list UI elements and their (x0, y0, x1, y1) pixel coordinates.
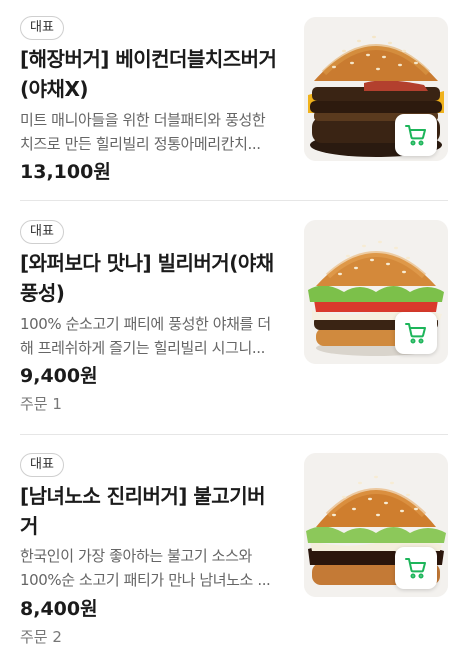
menu-item-title: [와퍼보다 맛나] 빌리버거(야채 풍성) (20, 248, 288, 308)
order-count: 주문 1 (20, 395, 62, 413)
menu-item-title-line: [남녀노소 진리버거] 불고기버 (20, 484, 266, 508)
menu-item-price: 8,400원 (20, 598, 98, 620)
add-to-cart-button[interactable] (395, 547, 437, 589)
description-line: 해 프레쉬하게 즐기는 힐리빌리 시그니... (20, 339, 265, 357)
description-line: 한국인이 가장 좋아하는 불고기 소스와 (20, 547, 252, 565)
menu-item-description: 미트 매니아들을 위한 더블패티와 풍성한 치즈로 만든 힐리빌리 정통아메리칸… (20, 108, 288, 156)
menu-item-title-line: [와퍼보다 맛나] 빌리버거(야채 (20, 251, 274, 275)
signature-badge: 대표 (20, 220, 64, 244)
menu-item-title-line: (야채X) (20, 77, 89, 101)
menu-item-description: 100% 순소고기 패티에 풍성한 야채를 더 해 프레쉬하게 즐기는 힐리빌리… (20, 312, 288, 360)
description-line: 100%순 소고기 패티가 만나 남녀노소 ... (20, 571, 271, 589)
cart-icon (405, 323, 426, 344)
menu-item-title: [해장버거] 베이컨더블치즈버거 (야채X) (20, 44, 288, 104)
add-to-cart-button[interactable] (395, 312, 437, 354)
cart-icon (405, 558, 426, 579)
add-to-cart-button[interactable] (395, 114, 437, 156)
signature-badge: 대표 (20, 453, 64, 477)
menu-item-price: 13,100원 (20, 161, 111, 183)
description-line: 100% 순소고기 패티에 풍성한 야채를 더 (20, 315, 271, 333)
item-divider (20, 200, 448, 201)
menu-item-title: [남녀노소 진리버거] 불고기버 거 (20, 481, 288, 541)
menu-item-title-line: 거 (20, 514, 38, 538)
menu-item-description: 한국인이 가장 좋아하는 불고기 소스와 100%순 소고기 패티가 만나 남녀… (20, 544, 288, 592)
signature-badge: 대표 (20, 16, 64, 40)
menu-item-title-line: [해장버거] 베이컨더블치즈버거 (20, 47, 277, 71)
description-line: 치즈로 만든 힐리빌리 정통아메리칸치... (20, 135, 261, 153)
description-line: 미트 매니아들을 위한 더블패티와 풍성한 (20, 111, 266, 129)
item-divider (20, 434, 448, 435)
order-count: 주문 2 (20, 628, 62, 646)
menu-item-price: 9,400원 (20, 365, 98, 387)
cart-icon (405, 125, 426, 146)
menu-item-title-line: 풍성) (20, 281, 65, 305)
